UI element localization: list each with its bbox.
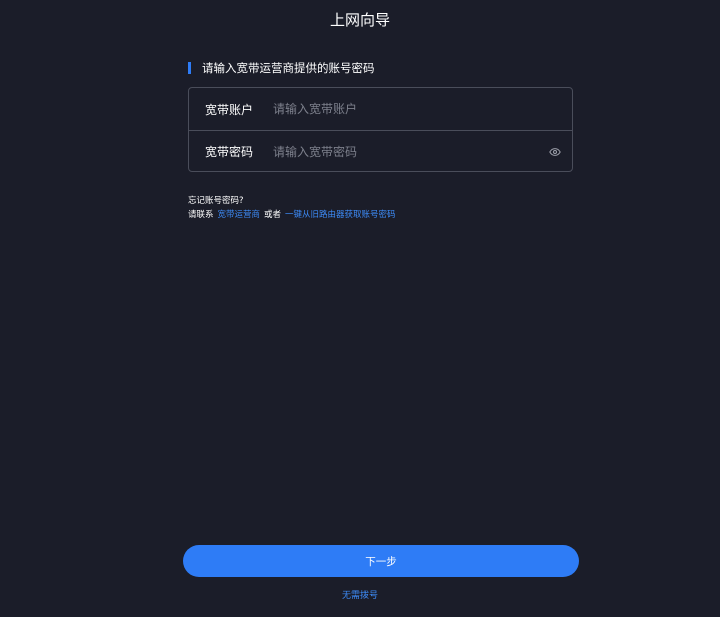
setup-wizard-page: 上网向导 请输入宽带运营商提供的账号密码 宽带账户 宽带密码 忘记账号密码? 请…	[0, 0, 720, 617]
next-button[interactable]: 下一步	[183, 545, 579, 577]
forgot-help: 忘记账号密码? 请联系 宽带运营商 或者 一键从旧路由器获取账号密码	[188, 194, 396, 222]
eye-icon[interactable]	[549, 147, 561, 156]
credentials-form: 宽带账户 宽带密码	[188, 87, 573, 172]
no-dial-link[interactable]: 无需拨号	[342, 591, 378, 601]
no-dial-container: 无需拨号	[0, 588, 720, 601]
password-row: 宽带密码	[189, 130, 572, 172]
account-label: 宽带账户	[205, 102, 254, 117]
password-input[interactable]	[273, 131, 572, 172]
section-accent-bar	[188, 62, 191, 74]
router-import-link[interactable]: 一键从旧路由器获取账号密码	[285, 210, 396, 220]
section-header: 请输入宽带运营商提供的账号密码	[188, 60, 375, 76]
account-input[interactable]	[273, 88, 572, 130]
isp-link[interactable]: 宽带运营商	[218, 210, 261, 220]
account-row: 宽带账户	[189, 88, 572, 130]
contact-prefix: 请联系	[188, 210, 214, 220]
or-text: 或者	[264, 210, 282, 220]
help-line: 请联系 宽带运营商 或者 一键从旧路由器获取账号密码	[188, 208, 396, 222]
forgot-question: 忘记账号密码?	[188, 196, 244, 206]
password-label: 宽带密码	[205, 145, 254, 159]
section-title: 请输入宽带运营商提供的账号密码	[202, 61, 375, 75]
page-title: 上网向导	[329, 11, 390, 29]
